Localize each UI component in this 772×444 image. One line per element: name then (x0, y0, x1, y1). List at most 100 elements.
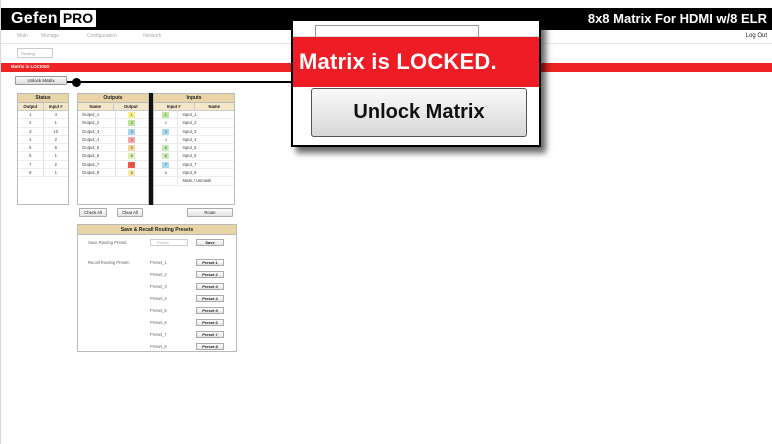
input-row[interactable]: 6 Input_6 (154, 152, 234, 161)
recall-preset-button[interactable]: Preset 5 (196, 307, 224, 314)
input-row[interactable]: 2 Input_2 (154, 119, 234, 128)
output-number-cell[interactable]: 2 (116, 119, 149, 127)
recall-preset-button[interactable]: Preset 8 (196, 343, 224, 350)
logout-link[interactable]: Log Out (746, 33, 767, 39)
recall-preset-button[interactable]: Preset 1 (196, 259, 224, 266)
input-number-swatch: 6 (162, 153, 170, 160)
output-number-swatch: 7 (128, 161, 136, 168)
output-number-swatch: 2 (128, 120, 136, 127)
input-number-cell[interactable]: 5 (154, 144, 179, 152)
status-output-cell: 1 (18, 111, 44, 119)
status-table: Status Output Input # 1 4 2 1 3 10 4 2 5 6 6 1 7 2 8 1 (17, 93, 69, 205)
output-number-swatch: 3 (128, 128, 136, 135)
input-number-swatch: 7 (162, 161, 170, 168)
status-row: 3 10 (18, 127, 68, 136)
outputs-table: Outputs Name Output Output_1 1 Output_2 2 Ou… (77, 93, 149, 205)
status-input-cell: 6 (54, 145, 57, 151)
nav-item-main[interactable]: Main (17, 33, 28, 39)
output-number-cell[interactable]: 8 (116, 169, 149, 177)
recall-preset-button[interactable]: Preset 6 (196, 319, 224, 326)
preset-name: Preset_7 (150, 332, 167, 337)
input-number-swatch: 8 (162, 170, 170, 177)
clear-all-button[interactable]: Clear All (117, 208, 143, 217)
input-row[interactable]: 5 Input_5 (154, 144, 234, 153)
status-rows: 1 4 2 1 3 10 4 2 5 6 6 1 7 2 8 1 (18, 111, 68, 178)
output-number-cell[interactable]: 6 (116, 152, 149, 160)
status-row: 42 (18, 135, 68, 145)
input-row[interactable]: 4 Input_4 (154, 135, 234, 145)
output-name-cell: Output_3 (78, 127, 116, 135)
preset-name: Preset_3 (150, 284, 167, 289)
output-name-cell: Output_4 (78, 135, 116, 144)
status-input-cell: 10 (53, 128, 59, 134)
outputs-col-output: Output (123, 104, 138, 109)
input-number-cell[interactable]: 1 (154, 111, 179, 119)
output-number-cell[interactable]: 5 (116, 144, 149, 152)
output-number-cell[interactable]: 1 (116, 111, 149, 118)
save-preset-select[interactable]: Preset (150, 239, 188, 246)
routing-presets-panel: Save & Recall Routing Presets Save Routi… (77, 224, 237, 352)
tab-routing[interactable]: Routing (17, 48, 53, 58)
input-number-cell[interactable]: 3 (154, 127, 179, 135)
preset-name: Preset_8 (150, 344, 167, 349)
input-name-cell: Input_1 (182, 112, 197, 117)
input-name-cell: Input_4 (182, 136, 197, 142)
input-number-cell[interactable]: 4 (154, 135, 179, 144)
gefen-pro-logo: Gefen PRO (9, 9, 97, 28)
output-number-cell[interactable]: 7 (116, 161, 149, 168)
input-number-cell[interactable] (154, 177, 179, 185)
output-number-cell[interactable]: 4 (116, 136, 149, 143)
check-all-button[interactable]: Check All (79, 208, 107, 217)
output-row: Output_1 1 (78, 111, 149, 120)
status-row: 56 (18, 144, 68, 153)
input-number-swatch: 3 (162, 128, 170, 135)
input-name-cell: Mask / Unmask (182, 178, 212, 184)
unlock-matrix-button-small[interactable]: Unlock Matrix (15, 76, 67, 85)
output-name-cell: Output_7 (78, 160, 116, 169)
recall-preset-button[interactable]: Preset 7 (196, 331, 224, 338)
recall-preset-button[interactable]: Preset 3 (196, 283, 224, 290)
recall-preset-button[interactable]: Preset 4 (196, 295, 224, 302)
output-row: Output_7 7 (78, 160, 149, 170)
nav-item-configuration[interactable]: Configuration (87, 33, 117, 39)
status-output-cell: 6 (18, 152, 44, 160)
input-row[interactable]: 7 Input_7 (154, 160, 234, 170)
output-number-swatch: 1 (128, 112, 136, 118)
unlock-matrix-button[interactable]: Unlock Matrix (311, 88, 527, 137)
recall-preset-button[interactable]: Preset 2 (196, 271, 224, 278)
matrix-locked-dialog: Matrix is LOCKED. Unlock Matrix (291, 19, 541, 147)
input-name-cell: Input_7 (182, 161, 197, 167)
output-name-cell: Output_6 (78, 152, 116, 160)
input-number-cell[interactable]: 2 (154, 119, 179, 127)
output-row: Output_8 8 (78, 169, 149, 178)
output-row: Output_4 4 (78, 135, 149, 145)
status-input-cell: 2 (54, 136, 57, 142)
status-output-cell: 2 (18, 119, 44, 127)
input-row[interactable]: Mask / Unmask (154, 177, 234, 186)
nav-item-manage[interactable]: Manage (41, 33, 59, 39)
input-number-cell[interactable]: 7 (154, 160, 179, 169)
output-number-cell[interactable]: 3 (116, 128, 149, 135)
input-row[interactable]: 8 Input_8 (154, 169, 234, 178)
input-number-cell[interactable]: 6 (154, 152, 179, 160)
device-title: 8x8 Matrix For HDMI w/8 ELR (587, 11, 767, 26)
status-output-cell: 8 (18, 169, 44, 177)
route-button[interactable]: Route (187, 208, 233, 217)
input-number-cell[interactable]: 8 (154, 169, 179, 177)
input-name-cell: Input_8 (182, 170, 197, 176)
input-row[interactable]: 3 Input_3 (154, 127, 234, 136)
callout-line (67, 81, 293, 83)
dialog-locked-banner: Matrix is LOCKED. (293, 37, 539, 87)
inputs-col-number: Input # (154, 103, 195, 110)
save-preset-button[interactable]: Save (196, 239, 224, 246)
recall-preset-label: Recall Routing Preset: (88, 260, 130, 265)
output-row: Output_2 2 (78, 119, 149, 128)
callout-dot (72, 78, 81, 87)
logo-text: Gefen (11, 9, 58, 27)
preset-name: Preset_2 (150, 272, 167, 277)
output-name-cell: Output_8 (78, 169, 116, 177)
output-number-swatch: 6 (128, 153, 136, 160)
preset-name: Preset_4 (150, 296, 167, 301)
nav-item-network[interactable]: Network (143, 33, 161, 39)
input-row[interactable]: 1 Input_1 (154, 111, 234, 120)
